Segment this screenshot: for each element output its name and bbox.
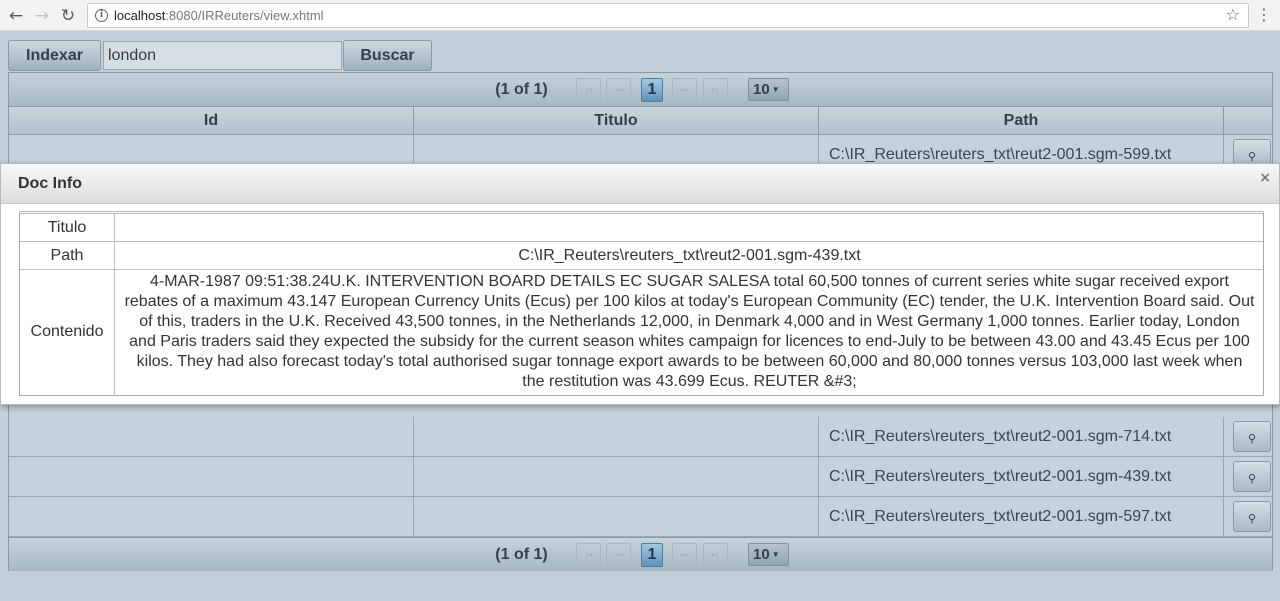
next-page-icon[interactable]: ▸▸ — [672, 78, 697, 101]
forward-icon[interactable]: → — [31, 5, 53, 27]
cell-id — [9, 417, 414, 456]
search-input[interactable] — [103, 41, 342, 70]
doc-info-table: Titulo Path C:\IR_Reuters\reuters_txt\re… — [19, 211, 1264, 396]
info-value-titulo — [116, 214, 1263, 241]
info-label-path: Path — [20, 242, 115, 269]
chevron-down-icon: ▼ — [771, 550, 780, 559]
browser-menu-icon[interactable]: ⋮ — [1256, 5, 1272, 25]
rows-per-page-select[interactable]: 10 ▼ — [748, 543, 789, 566]
cell-titulo — [414, 417, 819, 456]
index-button[interactable]: Indexar — [8, 40, 101, 71]
info-row-titulo: Titulo — [20, 214, 1263, 242]
prev-page-icon[interactable]: ◂◂ — [606, 543, 631, 566]
page-number[interactable]: 1 — [641, 543, 663, 567]
close-icon[interactable]: × — [1259, 170, 1271, 186]
magnifier-icon: ⚲ — [1248, 432, 1257, 445]
last-page-icon[interactable]: ▸| — [703, 78, 728, 101]
chevron-down-icon: ▼ — [771, 85, 780, 94]
view-doc-button[interactable]: ⚲ — [1233, 421, 1271, 452]
next-page-icon[interactable]: ▸▸ — [672, 543, 697, 566]
table-row: C:\IR_Reuters\reuters_txt\reut2-001.sgm-… — [9, 417, 1272, 457]
info-icon[interactable]: i — [95, 9, 108, 22]
info-row-path: Path C:\IR_Reuters\reuters_txt\reut2-001… — [20, 242, 1263, 270]
cell-id — [9, 497, 414, 536]
search-button[interactable]: Buscar — [343, 40, 432, 71]
url-path: :8080/IRReuters/view.xhtml — [165, 8, 324, 23]
column-header-path[interactable]: Path — [819, 107, 1224, 135]
first-page-icon[interactable]: |◂ — [576, 543, 601, 566]
dialog-title: Doc Info — [18, 175, 82, 192]
cell-id — [9, 457, 414, 496]
cell-path: C:\IR_Reuters\reuters_txt\reut2-001.sgm-… — [819, 457, 1224, 496]
info-value-path: C:\IR_Reuters\reuters_txt\reut2-001.sgm-… — [518, 247, 861, 264]
rows-per-page-select[interactable]: 10 ▼ — [748, 78, 789, 101]
paginator-top: (1 of 1) |◂ ◂◂ 1 ▸▸ ▸| 10 ▼ — [9, 73, 1272, 107]
cell-titulo — [414, 457, 819, 496]
table-row: C:\IR_Reuters\reuters_txt\reut2-001.sgm-… — [9, 497, 1272, 537]
info-value-contenido: 4-MAR-1987 09:51:38.24U.K. INTERVENTION … — [124, 273, 1255, 390]
back-icon[interactable]: ← — [5, 5, 27, 27]
first-page-icon[interactable]: |◂ — [576, 78, 601, 101]
dialog-titlebar[interactable]: Doc Info × — [1, 164, 1279, 204]
cell-path: C:\IR_Reuters\reuters_txt\reut2-001.sgm-… — [819, 497, 1224, 536]
bookmark-star-icon[interactable]: ☆ — [1226, 5, 1240, 24]
paginator-bottom: (1 of 1) |◂ ◂◂ 1 ▸▸ ▸| 10 ▼ — [9, 537, 1272, 571]
table-header: Id Titulo Path — [9, 107, 1272, 135]
magnifier-icon: ⚲ — [1248, 150, 1257, 163]
table-row: C:\IR_Reuters\reuters_txt\reut2-001.sgm-… — [9, 457, 1272, 497]
last-page-icon[interactable]: ▸| — [703, 543, 728, 566]
magnifier-icon: ⚲ — [1248, 512, 1257, 525]
cell-path: C:\IR_Reuters\reuters_txt\reut2-001.sgm-… — [819, 417, 1224, 456]
rows-per-page-value: 10 — [753, 546, 770, 563]
prev-page-icon[interactable]: ◂◂ — [606, 78, 631, 101]
info-label-contenido: Contenido — [20, 270, 115, 396]
reload-icon[interactable]: ↻ — [57, 5, 79, 27]
magnifier-icon: ⚲ — [1248, 472, 1257, 485]
page-number[interactable]: 1 — [641, 78, 663, 102]
info-row-contenido: Contenido 4-MAR-1987 09:51:38.24U.K. INT… — [20, 270, 1263, 396]
column-header-titulo[interactable]: Titulo — [414, 107, 819, 135]
view-doc-button[interactable]: ⚲ — [1233, 501, 1271, 532]
address-bar[interactable]: i localhost:8080/IRReuters/view.xhtml ☆ — [87, 3, 1249, 28]
page-report: (1 of 1) — [495, 81, 548, 98]
view-doc-button[interactable]: ⚲ — [1233, 461, 1271, 492]
column-header-id[interactable]: Id — [9, 107, 414, 135]
info-label-titulo: Titulo — [20, 214, 115, 241]
page-report: (1 of 1) — [495, 546, 548, 563]
url-host: localhost — [114, 8, 166, 23]
url-text: localhost:8080/IRReuters/view.xhtml — [114, 8, 324, 23]
doc-info-dialog: Doc Info × Titulo Path C:\IR_Reuters\reu… — [0, 163, 1280, 405]
browser-toolbar: ← → ↻ i localhost:8080/IRReuters/view.xh… — [0, 0, 1280, 31]
rows-per-page-value: 10 — [753, 81, 770, 98]
cell-titulo — [414, 497, 819, 536]
